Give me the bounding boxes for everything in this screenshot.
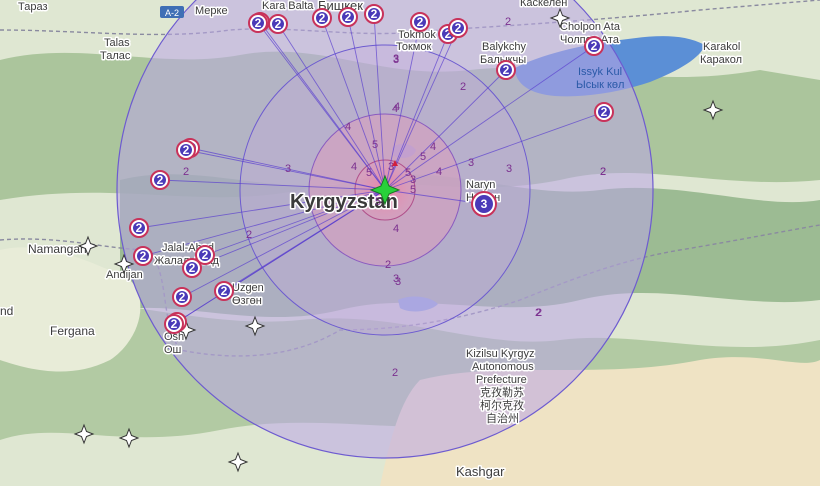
intensity-mark: 2 bbox=[246, 229, 252, 241]
label-kizilsu-1: Kizilsu Kyrgyz bbox=[466, 348, 534, 360]
label-kaskelen: Каскелен bbox=[520, 0, 567, 9]
intensity-mark: 5 bbox=[372, 139, 378, 151]
label-merki: Мерке bbox=[195, 5, 228, 17]
earthquake-intensity-map[interactable]: Тараз Мерке Kara Balta Бишкек Каскелен T… bbox=[0, 0, 820, 486]
intensity-mark: 3 bbox=[506, 163, 512, 175]
station-badge[interactable]: 2 bbox=[248, 13, 268, 33]
label-taraz: Тараз bbox=[18, 1, 48, 13]
station-badge-value: 2 bbox=[157, 173, 164, 187]
label-namangan: Namangan bbox=[28, 242, 87, 256]
station-badge[interactable]: 2 bbox=[133, 246, 153, 266]
station-badge[interactable]: 2 bbox=[164, 314, 184, 334]
station-badge[interactable]: 2 bbox=[214, 281, 234, 301]
label-kizilsu-4: 克孜勒苏 bbox=[480, 385, 524, 399]
station-badge[interactable]: 3 bbox=[471, 191, 497, 217]
intensity-mark: 2 bbox=[600, 166, 606, 178]
highway-shield-label: A-2 bbox=[165, 8, 179, 18]
intensity-mark: 5 bbox=[366, 167, 372, 179]
label-talas-cyr: Талас bbox=[100, 50, 131, 62]
intensity-mark: 4 bbox=[436, 166, 442, 178]
station-badge-value: 2 bbox=[275, 17, 282, 31]
label-kizilsu-3: Prefecture bbox=[476, 374, 527, 386]
station-badge-value: 2 bbox=[345, 10, 352, 24]
label-balykchy: Balykchy bbox=[482, 41, 527, 53]
intensity-mark: 2 bbox=[536, 307, 542, 319]
station-badge[interactable]: 2 bbox=[364, 4, 384, 24]
intensity-mark: 3 bbox=[393, 53, 399, 65]
label-karakol-cyr: Каракол bbox=[700, 54, 742, 66]
intensity-mark: 4 bbox=[345, 121, 351, 133]
intensity-mark: 4 bbox=[430, 141, 436, 153]
station-badge-value: 2 bbox=[189, 261, 196, 275]
station-badge[interactable]: 2 bbox=[338, 7, 358, 27]
label-fergana: Fergana bbox=[50, 324, 95, 338]
station-badge[interactable]: 2 bbox=[312, 8, 332, 28]
station-badge[interactable]: 2 bbox=[584, 36, 604, 56]
intensity-mark: 2 bbox=[460, 81, 466, 93]
station-badge-value: 2 bbox=[319, 11, 326, 25]
intensity-mark: 2 bbox=[505, 16, 511, 28]
station-badge-value: 2 bbox=[221, 284, 228, 298]
intensity-mark: 5 bbox=[410, 184, 416, 196]
station-badge[interactable]: 2 bbox=[195, 245, 215, 265]
label-kizilsu-5: 柯尔克孜 bbox=[480, 398, 524, 412]
label-issyk-kul-cyr: Ысык көл bbox=[576, 79, 624, 91]
label-cholpon-ata: Cholpon Ata bbox=[560, 21, 621, 33]
label-kizilsu-2: Autonomous bbox=[472, 361, 534, 373]
intensity-mark: 4 bbox=[392, 103, 398, 115]
station-badge-value: 2 bbox=[455, 21, 462, 35]
label-kara-balta: Kara Balta bbox=[262, 0, 314, 12]
intensity-mark: 4 bbox=[393, 223, 399, 235]
station-badge[interactable]: 2 bbox=[448, 18, 468, 38]
label-osh-cyr: Ош bbox=[164, 344, 182, 356]
station-badge-value: 2 bbox=[255, 16, 262, 30]
station-badge-value: 2 bbox=[503, 63, 510, 77]
label-uzgen: Uzgen bbox=[232, 282, 264, 294]
station-badge[interactable]: 2 bbox=[594, 102, 614, 122]
highway-shield: A-2 bbox=[160, 6, 184, 18]
station-badge[interactable]: 2 bbox=[410, 12, 430, 32]
station-badge-value: 2 bbox=[371, 7, 378, 21]
station-badge[interactable]: 2 bbox=[496, 60, 516, 80]
station-badge[interactable]: 2 bbox=[176, 140, 196, 160]
station-badge-value: 2 bbox=[601, 105, 608, 119]
station-badge-value: 2 bbox=[202, 248, 209, 262]
station-badge-value: 2 bbox=[140, 249, 147, 263]
station-badge-value: 2 bbox=[136, 221, 143, 235]
station-badge-value: 2 bbox=[591, 39, 598, 53]
station-badge-value: 3 bbox=[481, 197, 488, 211]
label-kizilsu-6: 自治州 bbox=[486, 411, 519, 425]
station-badge[interactable]: 2 bbox=[172, 287, 192, 307]
intensity-mark: 3 bbox=[285, 163, 291, 175]
station-badge[interactable]: 2 bbox=[150, 170, 170, 190]
label-uzgen-cyr: Өзгөн bbox=[232, 295, 262, 307]
intensity-mark: 5 bbox=[405, 167, 411, 179]
intensity-mark: 3 bbox=[468, 157, 474, 169]
label-naryn: Naryn bbox=[466, 179, 495, 191]
label-talas: Talas bbox=[104, 37, 130, 49]
intensity-mark: 5 bbox=[375, 196, 381, 208]
intensity-mark: 3 bbox=[388, 161, 394, 173]
intensity-mark: 4 bbox=[351, 161, 357, 173]
station-badge-value: 2 bbox=[183, 143, 190, 157]
label-nd: nd bbox=[0, 304, 13, 318]
station-badge-value: 2 bbox=[179, 290, 186, 304]
station-badge-value: 2 bbox=[417, 15, 424, 29]
label-issyk-kul: Issyk Kul bbox=[578, 66, 622, 78]
station-badge[interactable]: 2 bbox=[129, 218, 149, 238]
intensity-mark: 2 bbox=[385, 259, 391, 271]
station-badge-value: 2 bbox=[171, 317, 178, 331]
intensity-mark: 2 bbox=[183, 166, 189, 178]
label-kashgar: Kashgar bbox=[456, 464, 505, 479]
intensity-mark: 5 bbox=[420, 151, 426, 163]
intensity-mark: 3 bbox=[395, 276, 401, 288]
label-karakol: Karakol bbox=[703, 41, 740, 53]
intensity-mark: 2 bbox=[392, 367, 398, 379]
label-tokmok-cyr: Токмок bbox=[396, 41, 431, 53]
station-badge[interactable]: 2 bbox=[268, 14, 288, 34]
